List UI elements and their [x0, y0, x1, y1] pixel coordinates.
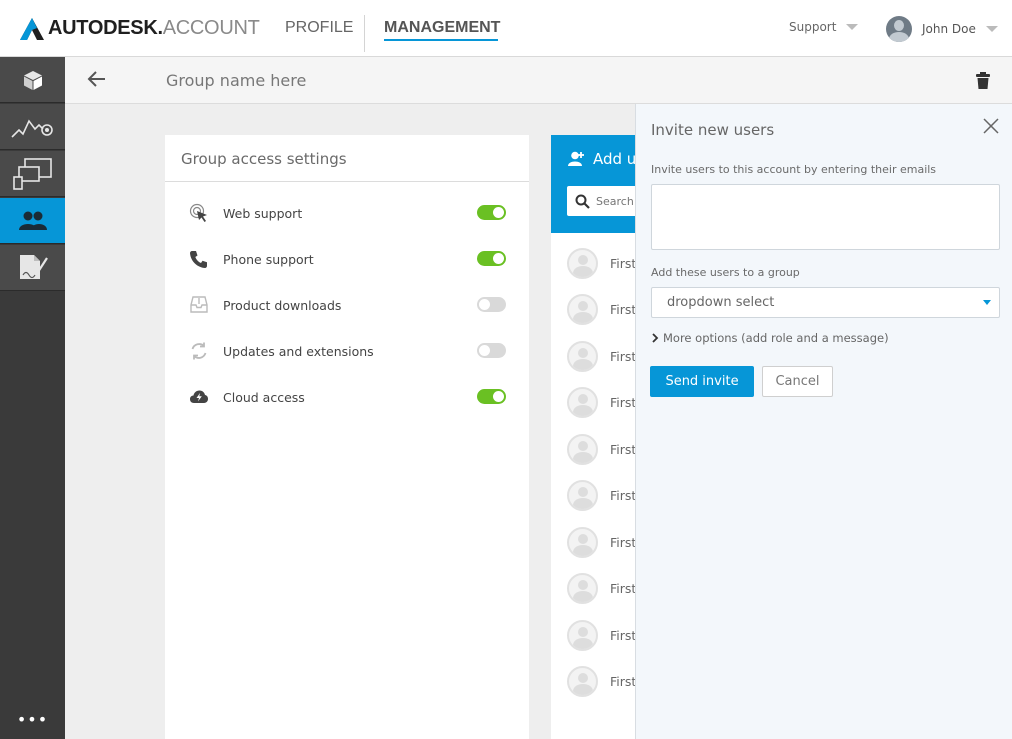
contract-icon: [19, 254, 48, 279]
chevron-down-icon: [846, 24, 859, 30]
nav-profile[interactable]: PROFILE: [285, 19, 353, 37]
add-users-label: Add u: [593, 150, 637, 168]
trash-icon[interactable]: [976, 72, 990, 90]
page-title: Group name here: [166, 71, 307, 90]
rail-item-devices[interactable]: [0, 151, 65, 197]
avatar: [567, 620, 598, 651]
user-name: John Doe: [922, 22, 976, 36]
rail-item-usage[interactable]: [0, 104, 65, 150]
toggle-cloud-access[interactable]: [477, 389, 506, 404]
setting-cloud-access: Cloud access: [165, 383, 529, 413]
rail-more-button[interactable]: •••: [0, 710, 65, 729]
user-first-name: First: [610, 395, 637, 410]
avatar: [567, 573, 598, 604]
autodesk-logo-icon: [20, 17, 44, 40]
email-field[interactable]: [651, 184, 1000, 250]
nav-divider: [364, 15, 365, 52]
back-arrow-icon[interactable]: [87, 69, 107, 89]
sub-header: Group name here: [65, 57, 1012, 104]
rail-item-contracts[interactable]: [0, 245, 65, 291]
top-header: AUTODESK. ACCOUNT PROFILE MANAGEMENT Sup…: [0, 0, 1012, 57]
brand-name: AUTODESK.: [48, 17, 163, 39]
autodesk-logo[interactable]: AUTODESK. ACCOUNT: [20, 17, 260, 40]
avatar: [567, 294, 598, 325]
product-name: ACCOUNT: [162, 17, 260, 39]
users-icon: [18, 211, 47, 230]
toggle-knob: [493, 207, 504, 218]
setting-label: Web support: [223, 206, 303, 221]
toggle-web-support[interactable]: [477, 205, 506, 220]
toggle-product-downloads[interactable]: [477, 297, 506, 312]
phone-icon: [188, 248, 210, 270]
user-menu[interactable]: John Doe: [886, 16, 998, 42]
chevron-down-icon: [983, 300, 991, 305]
avatar: [567, 387, 598, 418]
search-icon: [575, 194, 590, 209]
setting-label: Phone support: [223, 252, 314, 267]
support-menu[interactable]: Support: [789, 20, 859, 34]
user-first-name: First: [610, 581, 637, 596]
user-first-name: First: [610, 535, 637, 550]
group-access-card: Group access settings Web support Phone …: [165, 135, 529, 739]
cloud-bolt-icon: [188, 386, 210, 408]
refresh-icon: [188, 340, 210, 362]
group-select-label: Add these users to a group: [651, 266, 800, 279]
rail-item-users[interactable]: [0, 198, 65, 244]
email-textarea[interactable]: [652, 185, 999, 249]
chevron-down-icon: [985, 26, 998, 32]
support-label: Support: [789, 20, 837, 34]
devices-icon: [12, 157, 52, 190]
chevron-right-icon: [652, 333, 659, 343]
group-dropdown-value: dropdown select: [667, 295, 775, 310]
user-first-name: First: [610, 674, 637, 689]
setting-product-downloads: Product downloads: [165, 291, 529, 321]
toggle-knob: [479, 345, 490, 356]
usage-chart-icon: [10, 118, 53, 138]
user-first-name: First: [610, 442, 637, 457]
avatar: [567, 434, 598, 465]
avatar: [567, 666, 598, 697]
email-field-label: Invite users to this account by entering…: [651, 163, 937, 176]
cube-icon: [23, 70, 42, 90]
add-users-button[interactable]: Add u: [567, 150, 636, 168]
avatar: [567, 527, 598, 558]
user-first-name: First: [610, 628, 637, 643]
setting-web-support: Web support: [165, 199, 529, 229]
more-options-label: More options (add role and a message): [663, 331, 889, 345]
toggle-updates-extensions[interactable]: [477, 343, 506, 358]
send-invite-button[interactable]: Send invite: [650, 366, 754, 397]
download-tray-icon: [188, 294, 210, 316]
setting-label: Updates and extensions: [223, 344, 374, 359]
avatar: [886, 16, 912, 42]
group-dropdown[interactable]: dropdown select: [651, 287, 1000, 318]
nav-management[interactable]: MANAGEMENT: [384, 19, 500, 37]
user-first-name: First: [610, 349, 637, 364]
rail-item-products[interactable]: [0, 57, 65, 103]
user-first-name: First: [610, 256, 637, 271]
cancel-button[interactable]: Cancel: [762, 366, 833, 397]
avatar: [567, 341, 598, 372]
close-icon[interactable]: [983, 118, 999, 134]
toggle-knob: [493, 253, 504, 264]
more-options-toggle[interactable]: More options (add role and a message): [651, 331, 889, 345]
avatar: [567, 480, 598, 511]
cursor-click-icon: [188, 202, 210, 224]
user-first-name: First: [610, 488, 637, 503]
setting-updates-extensions: Updates and extensions: [165, 337, 529, 367]
toggle-knob: [479, 299, 490, 310]
toggle-knob: [493, 391, 504, 402]
toggle-phone-support[interactable]: [477, 251, 506, 266]
avatar: [567, 248, 598, 279]
group-access-title: Group access settings: [165, 135, 529, 182]
setting-phone-support: Phone support: [165, 245, 529, 275]
add-user-icon: [568, 151, 584, 166]
invite-users-panel: Invite new users Invite users to this ac…: [635, 104, 1012, 739]
setting-label: Product downloads: [223, 298, 342, 313]
user-first-name: First: [610, 302, 637, 317]
left-rail: •••: [0, 57, 65, 739]
nav-active-indicator: [384, 39, 498, 41]
setting-label: Cloud access: [223, 390, 305, 405]
invite-panel-title: Invite new users: [651, 121, 775, 139]
